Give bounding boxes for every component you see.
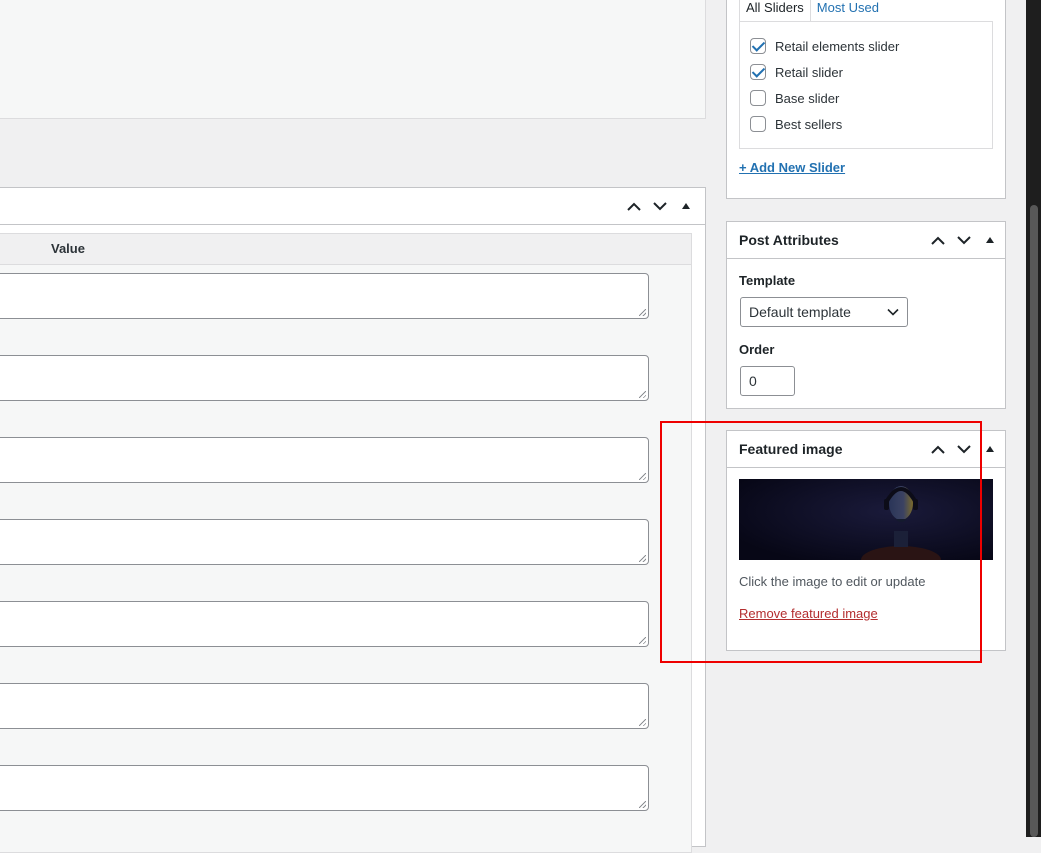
custom-fields-header [0,188,705,225]
order-label: Order [739,342,775,357]
sliders-tabs: All Sliders Most Used [739,0,885,22]
highlight-box [660,421,982,663]
editor-panel-top [0,0,706,119]
value-textarea[interactable] [0,437,649,483]
resize-grip-icon[interactable] [639,719,646,726]
chevron-down-icon[interactable] [651,197,669,215]
chevron-down-icon [887,308,899,316]
checkbox-label: Best sellers [775,116,843,132]
value-textarea[interactable] [0,355,649,401]
tab-most-used[interactable]: Most Used [811,0,885,22]
value-textarea[interactable] [0,519,649,565]
value-textarea[interactable] [0,273,649,319]
template-selected-value: Default template [749,304,851,320]
checkbox-label: Retail slider [775,64,843,80]
list-item[interactable]: Retail elements slider [750,38,899,54]
template-select[interactable]: Default template [740,297,908,327]
chevron-down-icon[interactable] [955,231,973,249]
resize-grip-icon[interactable] [639,555,646,562]
sliders-checklist: Retail elements slider Retail slider Bas… [739,21,993,149]
triangle-up-icon[interactable] [981,440,999,458]
list-item[interactable]: Base slider [750,90,839,106]
resize-grip-icon[interactable] [639,801,646,808]
chevron-up-icon[interactable] [625,197,643,215]
order-value: 0 [749,373,757,389]
chevron-up-icon[interactable] [929,231,947,249]
custom-fields-metabox: Value [0,187,706,853]
checkbox-label: Retail elements slider [775,38,900,54]
post-attributes-title: Post Attributes [739,232,839,248]
value-textarea[interactable] [0,683,649,729]
template-label: Template [739,273,796,288]
scrollbar-thumb[interactable] [1030,205,1038,837]
divider [727,258,1005,259]
checkbox-label: Base slider [775,90,840,106]
order-input[interactable]: 0 [740,366,795,396]
triangle-up-icon[interactable] [981,231,999,249]
tab-all-sliders[interactable]: All Sliders [739,0,811,22]
value-textarea[interactable] [0,601,649,647]
post-attributes-metabox: Post Attributes Template Default templat… [726,221,1006,409]
checkbox[interactable] [750,64,766,80]
value-textarea[interactable] [0,765,649,811]
checkbox[interactable] [750,38,766,54]
resize-grip-icon[interactable] [639,637,646,644]
resize-grip-icon[interactable] [639,309,646,316]
value-column-header: Value [51,241,85,256]
checkbox[interactable] [750,90,766,106]
resize-grip-icon[interactable] [639,391,646,398]
custom-fields-table: Value [0,233,692,853]
table-header: Value [0,234,691,265]
list-item[interactable]: Best sellers [750,116,842,132]
triangle-up-icon[interactable] [677,197,695,215]
checkbox[interactable] [750,116,766,132]
list-item[interactable]: Retail slider [750,64,843,80]
resize-grip-icon[interactable] [639,473,646,480]
add-new-slider-link[interactable]: + Add New Slider [739,160,845,175]
